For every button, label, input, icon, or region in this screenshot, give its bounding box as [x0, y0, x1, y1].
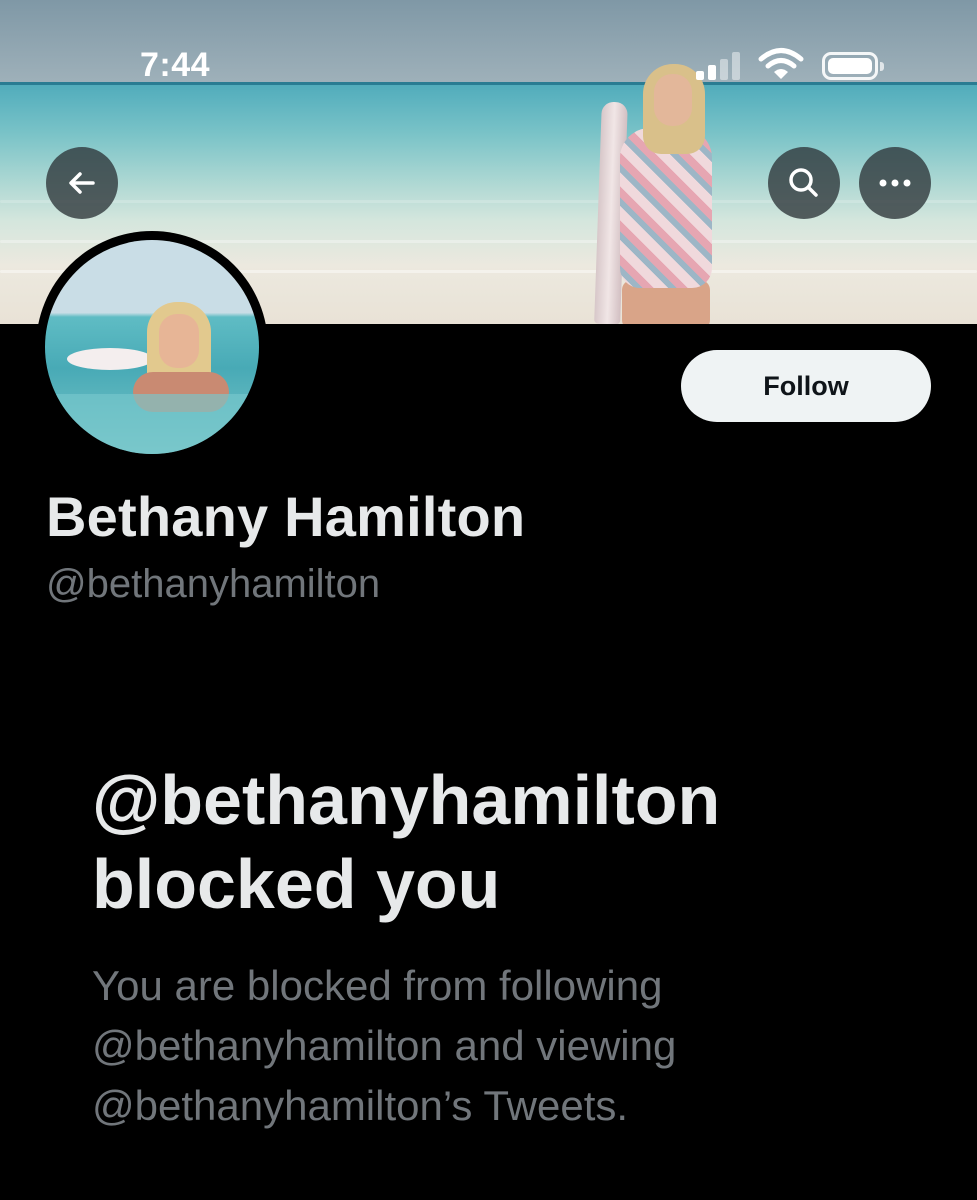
arrow-left-icon [69, 172, 95, 194]
follow-button[interactable]: Follow [681, 350, 931, 422]
battery-icon [822, 52, 884, 80]
more-horizontal-icon [879, 179, 911, 187]
profile-display-name: Bethany Hamilton [46, 485, 526, 548]
profile-handle: @bethanyhamilton [46, 562, 381, 606]
more-options-button[interactable] [859, 147, 931, 219]
blocked-title: @bethanyhamilton blocked you [92, 761, 721, 923]
profile-avatar[interactable] [36, 231, 268, 463]
banner-surfer-face [654, 74, 692, 126]
avatar-water [45, 394, 259, 454]
cellular-signal-icon [696, 52, 742, 80]
avatar-photo [45, 240, 259, 454]
wifi-icon [758, 48, 804, 79]
status-time: 7:44 [140, 46, 211, 84]
blocked-description: You are blocked from following @bethanyh… [92, 962, 677, 1129]
search-icon [789, 168, 818, 197]
search-button[interactable] [768, 147, 840, 219]
back-button[interactable] [46, 147, 118, 219]
avatar-face [159, 314, 199, 368]
avatar-surfboard [67, 348, 153, 370]
